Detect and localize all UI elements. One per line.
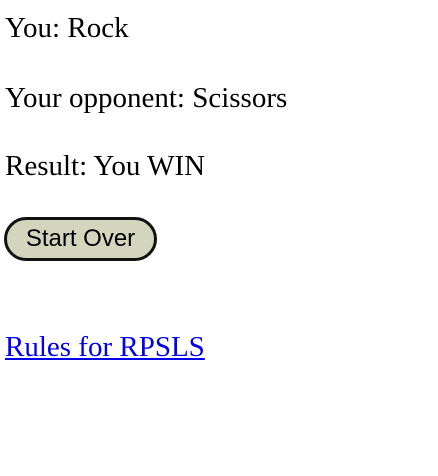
result-value: You WIN xyxy=(93,150,206,182)
start-over-button[interactable]: Start Over xyxy=(4,217,157,261)
opponent-choice-line: Your opponent: Scissors xyxy=(5,84,287,113)
opponent-choice-value: Scissors xyxy=(192,82,288,114)
player-choice-label: You: xyxy=(5,12,61,44)
rules-link[interactable]: Rules for RPSLS xyxy=(5,333,205,362)
player-choice-value: Rock xyxy=(67,12,129,44)
result-label: Result: xyxy=(5,150,88,182)
opponent-choice-label: Your opponent: xyxy=(5,82,185,114)
player-choice-line: You: Rock xyxy=(5,14,129,43)
result-line: Result: You WIN xyxy=(5,152,205,181)
